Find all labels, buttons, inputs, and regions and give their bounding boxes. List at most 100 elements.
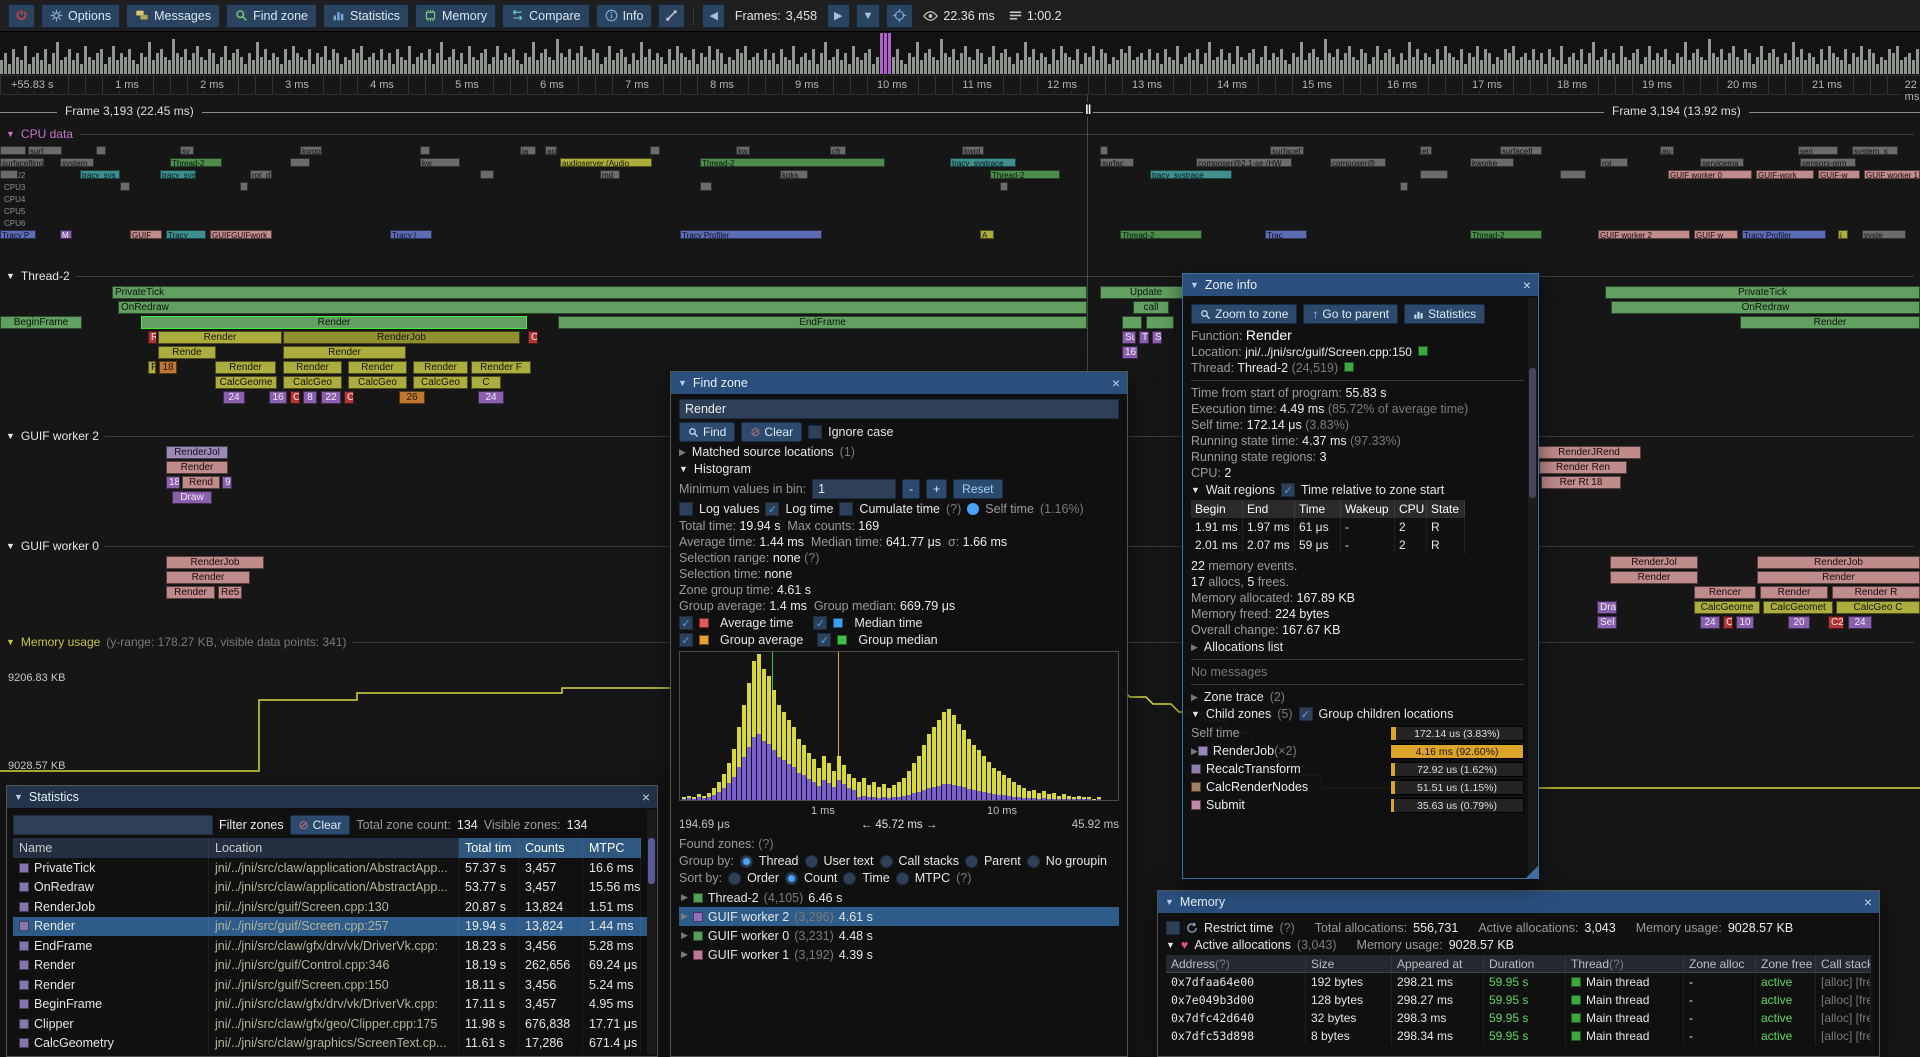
frame-bar[interactable] <box>1028 57 1031 74</box>
cpu-zone[interactable] <box>1400 182 1408 191</box>
frame-bar[interactable] <box>1236 46 1239 74</box>
frame-bar[interactable] <box>1384 53 1387 74</box>
next-frame-button[interactable]: ▶ <box>827 4 849 28</box>
cpu-zone[interactable]: Thread-2 <box>170 158 222 167</box>
frame-bar[interactable] <box>1508 53 1511 74</box>
group-by-callstacks-radio[interactable] <box>880 855 893 868</box>
sort-by-count-radio[interactable] <box>785 872 798 885</box>
frame-bar[interactable] <box>712 60 715 74</box>
frame-bar[interactable] <box>1576 60 1579 74</box>
frame-bar[interactable] <box>1296 57 1299 74</box>
frame-bar[interactable] <box>860 60 863 74</box>
zone[interactable]: BeginFrame <box>0 316 82 329</box>
frame-bar[interactable] <box>412 64 415 74</box>
cpu-zone[interactable]: i <box>1838 230 1848 239</box>
frame-bar[interactable] <box>1596 60 1599 74</box>
frame-bar[interactable] <box>884 33 887 74</box>
frame-bar[interactable] <box>1328 53 1331 74</box>
frame-bar[interactable] <box>972 60 975 74</box>
zone[interactable]: 22 <box>321 391 341 404</box>
table-row[interactable]: Clipperjni/../jni/src/claw/gfx/geo/Clipp… <box>13 1014 651 1034</box>
frame-bar[interactable] <box>160 49 163 74</box>
frame-bar[interactable] <box>56 42 59 74</box>
frame-bar[interactable] <box>732 60 735 74</box>
frame-bar[interactable] <box>1688 60 1691 74</box>
frame-bar[interactable] <box>800 57 803 74</box>
frame-bar[interactable] <box>60 60 63 74</box>
frame-bar[interactable] <box>484 49 487 74</box>
frame-bar[interactable] <box>1048 64 1051 74</box>
histogram-plot[interactable] <box>679 651 1119 801</box>
frame-bar[interactable] <box>1572 53 1575 74</box>
clear-filter-button[interactable]: ⊘Clear <box>290 815 351 835</box>
frame-bar[interactable] <box>620 49 623 74</box>
frame-bar[interactable] <box>1280 49 1283 74</box>
frame-bar[interactable] <box>448 57 451 74</box>
cpu-zone[interactable]: surfaceflinger <box>0 158 44 167</box>
frame-bar[interactable] <box>1864 60 1867 74</box>
frame-bar[interactable] <box>452 49 455 74</box>
frame-bar[interactable] <box>1172 60 1175 74</box>
frame-bar[interactable] <box>780 49 783 74</box>
frame-bar[interactable] <box>1276 57 1279 74</box>
column-header[interactable]: Size <box>1306 955 1392 973</box>
frame-bar[interactable] <box>1044 57 1047 74</box>
collapse-icon[interactable]: ▼ <box>678 378 687 388</box>
frame-bar[interactable] <box>1716 57 1719 74</box>
zone[interactable]: Render <box>141 316 527 329</box>
frame-bar[interactable] <box>1784 53 1787 74</box>
frame-bar[interactable] <box>1228 53 1231 74</box>
restrict-time-checkbox[interactable] <box>1166 921 1180 935</box>
frame-bar[interactable] <box>408 46 411 74</box>
cpu-zone[interactable]: kw <box>420 158 460 167</box>
frame-bar[interactable] <box>788 60 791 74</box>
frame-bar[interactable] <box>1344 53 1347 74</box>
frame-bar[interactable] <box>468 46 471 74</box>
cpu-zone[interactable]: GUIFGUIFwork <box>210 230 272 239</box>
cpu-zone[interactable] <box>96 146 106 155</box>
zone[interactable]: T <box>1139 331 1149 344</box>
zone[interactable]: CalcGeo <box>413 376 468 389</box>
frame-bar[interactable] <box>1364 53 1367 74</box>
zone[interactable]: 8 <box>303 391 317 404</box>
frame-bar[interactable] <box>716 49 719 74</box>
frame-bar[interactable] <box>432 64 435 74</box>
zone[interactable]: CalcGeo <box>348 376 407 389</box>
frame-bar[interactable] <box>280 64 283 74</box>
frame-bar[interactable] <box>348 60 351 74</box>
prev-frame-button[interactable]: ◀ <box>702 4 724 28</box>
column-header[interactable]: State <box>1427 500 1465 518</box>
expand-icon[interactable]: ▶ <box>1191 642 1198 653</box>
frame-bar[interactable] <box>244 64 247 74</box>
table-row[interactable]: Renderjni/../jni/src/guif/Control.cpp:34… <box>13 956 651 976</box>
frame-bar[interactable] <box>604 57 607 74</box>
cpu-zone[interactable]: surfacefl <box>1500 146 1542 155</box>
zone[interactable]: Su <box>1122 331 1136 344</box>
frame-bar[interactable] <box>1672 64 1675 74</box>
find-button[interactable]: Find <box>679 422 735 442</box>
table-row[interactable]: 0x7e049b3d00128 bytes298.27 ms59.95 sMai… <box>1166 991 1871 1009</box>
scrollbar[interactable] <box>647 810 656 1054</box>
cumulate-time-checkbox[interactable] <box>839 502 853 516</box>
frame-bar[interactable] <box>1064 53 1067 74</box>
frame-bar[interactable] <box>1204 53 1207 74</box>
table-row[interactable]: Renderjni/../jni/src/guif/Screen.cpp:257… <box>13 917 651 937</box>
frame-bar[interactable] <box>104 64 107 74</box>
frame-bar[interactable] <box>840 60 843 74</box>
frame-bar[interactable] <box>1224 60 1227 74</box>
frame-bar[interactable] <box>760 60 763 74</box>
frame-bar[interactable] <box>1208 42 1211 74</box>
cpu-zone[interactable]: tracy_systrace <box>1150 170 1232 179</box>
frame-bar[interactable] <box>192 53 195 74</box>
frame-bar[interactable] <box>632 53 635 74</box>
frame-bar[interactable] <box>700 53 703 74</box>
frame-bar[interactable] <box>1440 60 1443 74</box>
frame-bar[interactable] <box>596 53 599 74</box>
frame-bar[interactable] <box>1824 60 1827 74</box>
frame-bar[interactable] <box>1884 60 1887 74</box>
frame-bar[interactable] <box>268 60 271 74</box>
cpu-zone[interactable]: system <box>60 158 94 167</box>
reset-button[interactable]: Reset <box>953 479 1002 499</box>
frame-bar[interactable] <box>188 60 191 74</box>
frame-bar[interactable] <box>248 53 251 74</box>
